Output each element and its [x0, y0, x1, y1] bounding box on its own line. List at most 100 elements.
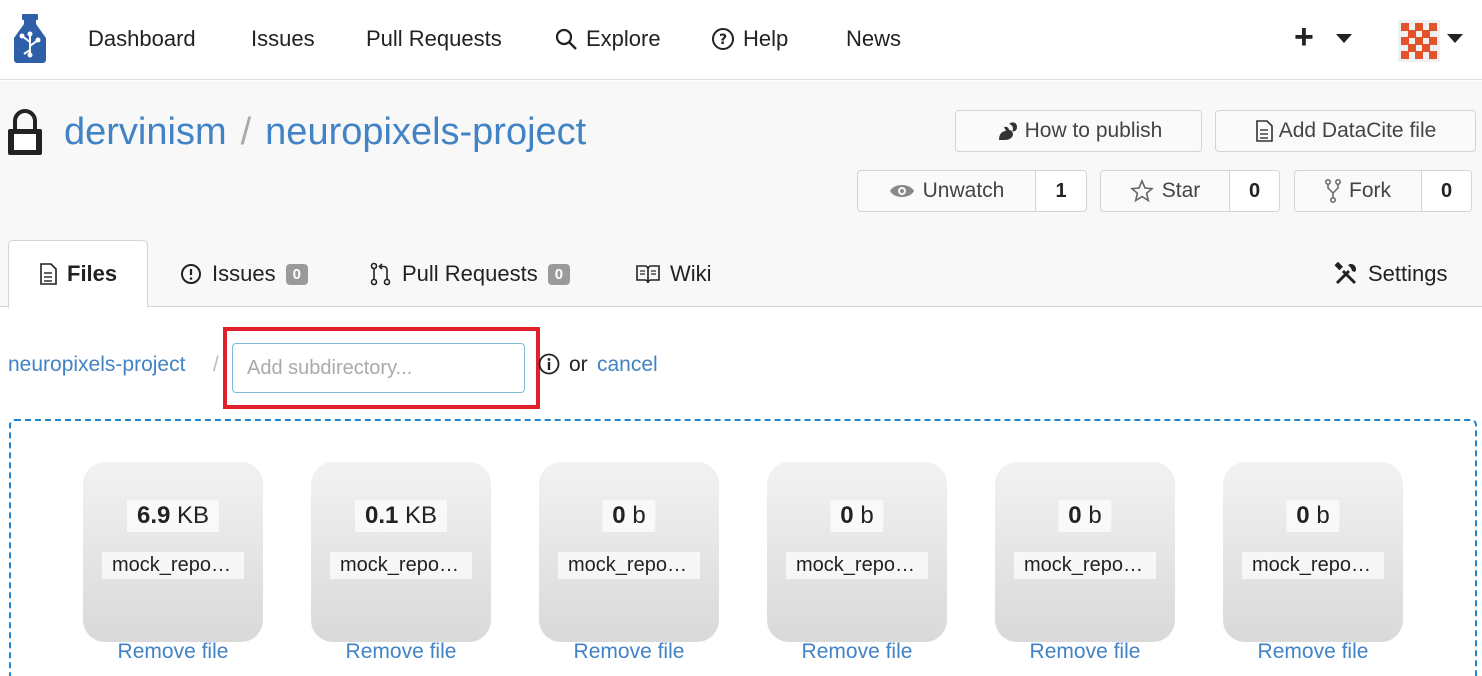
add-datacite-button[interactable]: Add DataCite file [1215, 110, 1476, 152]
file-text-icon [1255, 120, 1273, 142]
file-size: 6.9 KB [126, 500, 220, 532]
unwatch-label: Unwatch [922, 179, 1005, 202]
nav-news[interactable]: News [846, 26, 901, 52]
fork-group: Fork 0 [1294, 170, 1472, 212]
tab-settings-label: Settings [1368, 261, 1448, 286]
breadcrumb-separator: / [213, 353, 219, 376]
book-icon [636, 265, 660, 284]
unwatch-button[interactable]: Unwatch [858, 171, 1036, 211]
squirrel-icon [998, 122, 1017, 140]
file-thumbnail: 6.9 KB mock_repos... [83, 462, 263, 642]
file-size: 0 b [1058, 500, 1112, 532]
create-plus-icon[interactable]: + [1294, 18, 1314, 57]
file-thumbnail: 0 b mock_repos... [995, 462, 1175, 642]
tab-files-label: Files [67, 261, 118, 286]
search-icon [555, 28, 577, 50]
star-button[interactable]: Star [1101, 171, 1230, 211]
tools-icon [1334, 262, 1357, 285]
tab-pull-requests-label: Pull Requests [402, 261, 538, 286]
user-avatar[interactable] [1398, 20, 1440, 62]
nav-pull-requests-label: Pull Requests [366, 26, 502, 51]
issues-count-badge: 0 [285, 263, 308, 285]
file-preview: 0.1 KB mock_repos... Remove file [311, 462, 491, 663]
star-icon [1129, 179, 1154, 203]
nav-pull-requests[interactable]: Pull Requests [366, 26, 502, 52]
nav-help[interactable]: ? Help [711, 26, 788, 52]
file-preview: 0 b mock_repos... Remove file [767, 462, 947, 663]
pulls-count-badge: 0 [547, 263, 571, 285]
nav-dashboard[interactable]: Dashboard [88, 26, 196, 52]
breadcrumb-root-link[interactable]: neuropixels-project [8, 353, 185, 377]
star-count[interactable]: 0 [1230, 171, 1279, 211]
remove-file-link[interactable]: Remove file [767, 640, 947, 664]
tab-issues-label: Issues [212, 261, 276, 286]
tab-pull-requests[interactable]: Pull Requests 0 [370, 241, 571, 307]
repo-title-separator: / [240, 111, 252, 153]
file-preview: 0 b mock_repos... Remove file [539, 462, 719, 663]
file-name: mock_repos... [330, 552, 472, 579]
watch-group: Unwatch 1 [857, 170, 1087, 212]
git-pull-request-icon [370, 262, 391, 286]
top-navbar: Dashboard Issues Pull Requests Explore ?… [0, 0, 1482, 80]
nav-dashboard-label: Dashboard [88, 26, 196, 51]
star-label: Star [1161, 179, 1201, 202]
lock-icon [8, 109, 42, 155]
cancel-link[interactable]: cancel [597, 353, 658, 377]
file-thumbnail: 0 b mock_repos... [767, 462, 947, 642]
eye-icon [889, 185, 914, 197]
nav-explore-label: Explore [586, 26, 661, 51]
remove-file-link[interactable]: Remove file [995, 640, 1175, 664]
subdirectory-input[interactable] [232, 343, 525, 393]
fork-button[interactable]: Fork [1295, 171, 1422, 211]
file-size: 0 b [1286, 500, 1340, 532]
file-name: mock_repos... [1014, 552, 1156, 579]
fork-count[interactable]: 0 [1422, 171, 1471, 211]
how-to-publish-button[interactable]: How to publish [955, 110, 1202, 152]
file-size: 0 b [830, 500, 884, 532]
fork-icon [1325, 179, 1341, 203]
create-chevron-down-icon[interactable] [1336, 34, 1352, 43]
file-size: 0 b [602, 500, 656, 532]
nav-help-label: Help [743, 26, 789, 51]
repo-name-link[interactable]: neuropixels-project [265, 111, 586, 153]
file-size: 0.1 KB [354, 500, 448, 532]
file-name: mock_repos... [786, 552, 928, 579]
tab-wiki-label: Wiki [670, 261, 712, 286]
star-group: Star 0 [1100, 170, 1280, 212]
svg-text:?: ? [719, 32, 727, 48]
file-thumbnail: 0 b mock_repos... [1223, 462, 1403, 642]
issue-opened-icon [181, 264, 201, 284]
file-thumbnail: 0.1 KB mock_repos... [311, 462, 491, 642]
file-name: mock_repos... [558, 552, 700, 579]
file-preview: 0 b mock_repos... Remove file [1223, 462, 1403, 663]
tab-settings[interactable]: Settings [1334, 241, 1448, 307]
user-menu-chevron-down-icon[interactable] [1447, 34, 1463, 43]
remove-file-link[interactable]: Remove file [539, 640, 719, 664]
repo-owner-link[interactable]: dervinism [64, 111, 227, 153]
file-text-icon [40, 263, 57, 285]
gin-logo-icon[interactable] [10, 14, 50, 64]
file-name: mock_repos... [102, 552, 244, 579]
nav-issues-label: Issues [251, 26, 315, 51]
remove-file-link[interactable]: Remove file [83, 640, 263, 664]
file-thumbnail: 0 b mock_repos... [539, 462, 719, 642]
tab-wiki[interactable]: Wiki [636, 241, 712, 307]
remove-file-link[interactable]: Remove file [311, 640, 491, 664]
remove-file-link[interactable]: Remove file [1223, 640, 1403, 664]
nav-issues[interactable]: Issues [251, 26, 315, 52]
repo-title: dervinism / neuropixels-project [64, 111, 586, 154]
nav-explore[interactable]: Explore [554, 26, 661, 52]
nav-news-label: News [846, 26, 902, 51]
info-icon[interactable] [538, 353, 560, 375]
file-preview: 0 b mock_repos... Remove file [995, 462, 1175, 663]
file-name: mock_repos... [1242, 552, 1384, 579]
repo-header: dervinism / neuropixels-project How to pub… [0, 81, 1482, 308]
tab-issues[interactable]: Issues 0 [180, 241, 308, 307]
file-preview: 6.9 KB mock_repos... Remove file [83, 462, 263, 663]
tab-files[interactable]: Files [8, 240, 149, 308]
add-datacite-label: Add DataCite file [1278, 119, 1437, 142]
how-to-publish-label: How to publish [1024, 119, 1163, 142]
or-text: or [569, 353, 588, 376]
fork-label: Fork [1349, 179, 1391, 202]
watch-count[interactable]: 1 [1036, 171, 1086, 211]
